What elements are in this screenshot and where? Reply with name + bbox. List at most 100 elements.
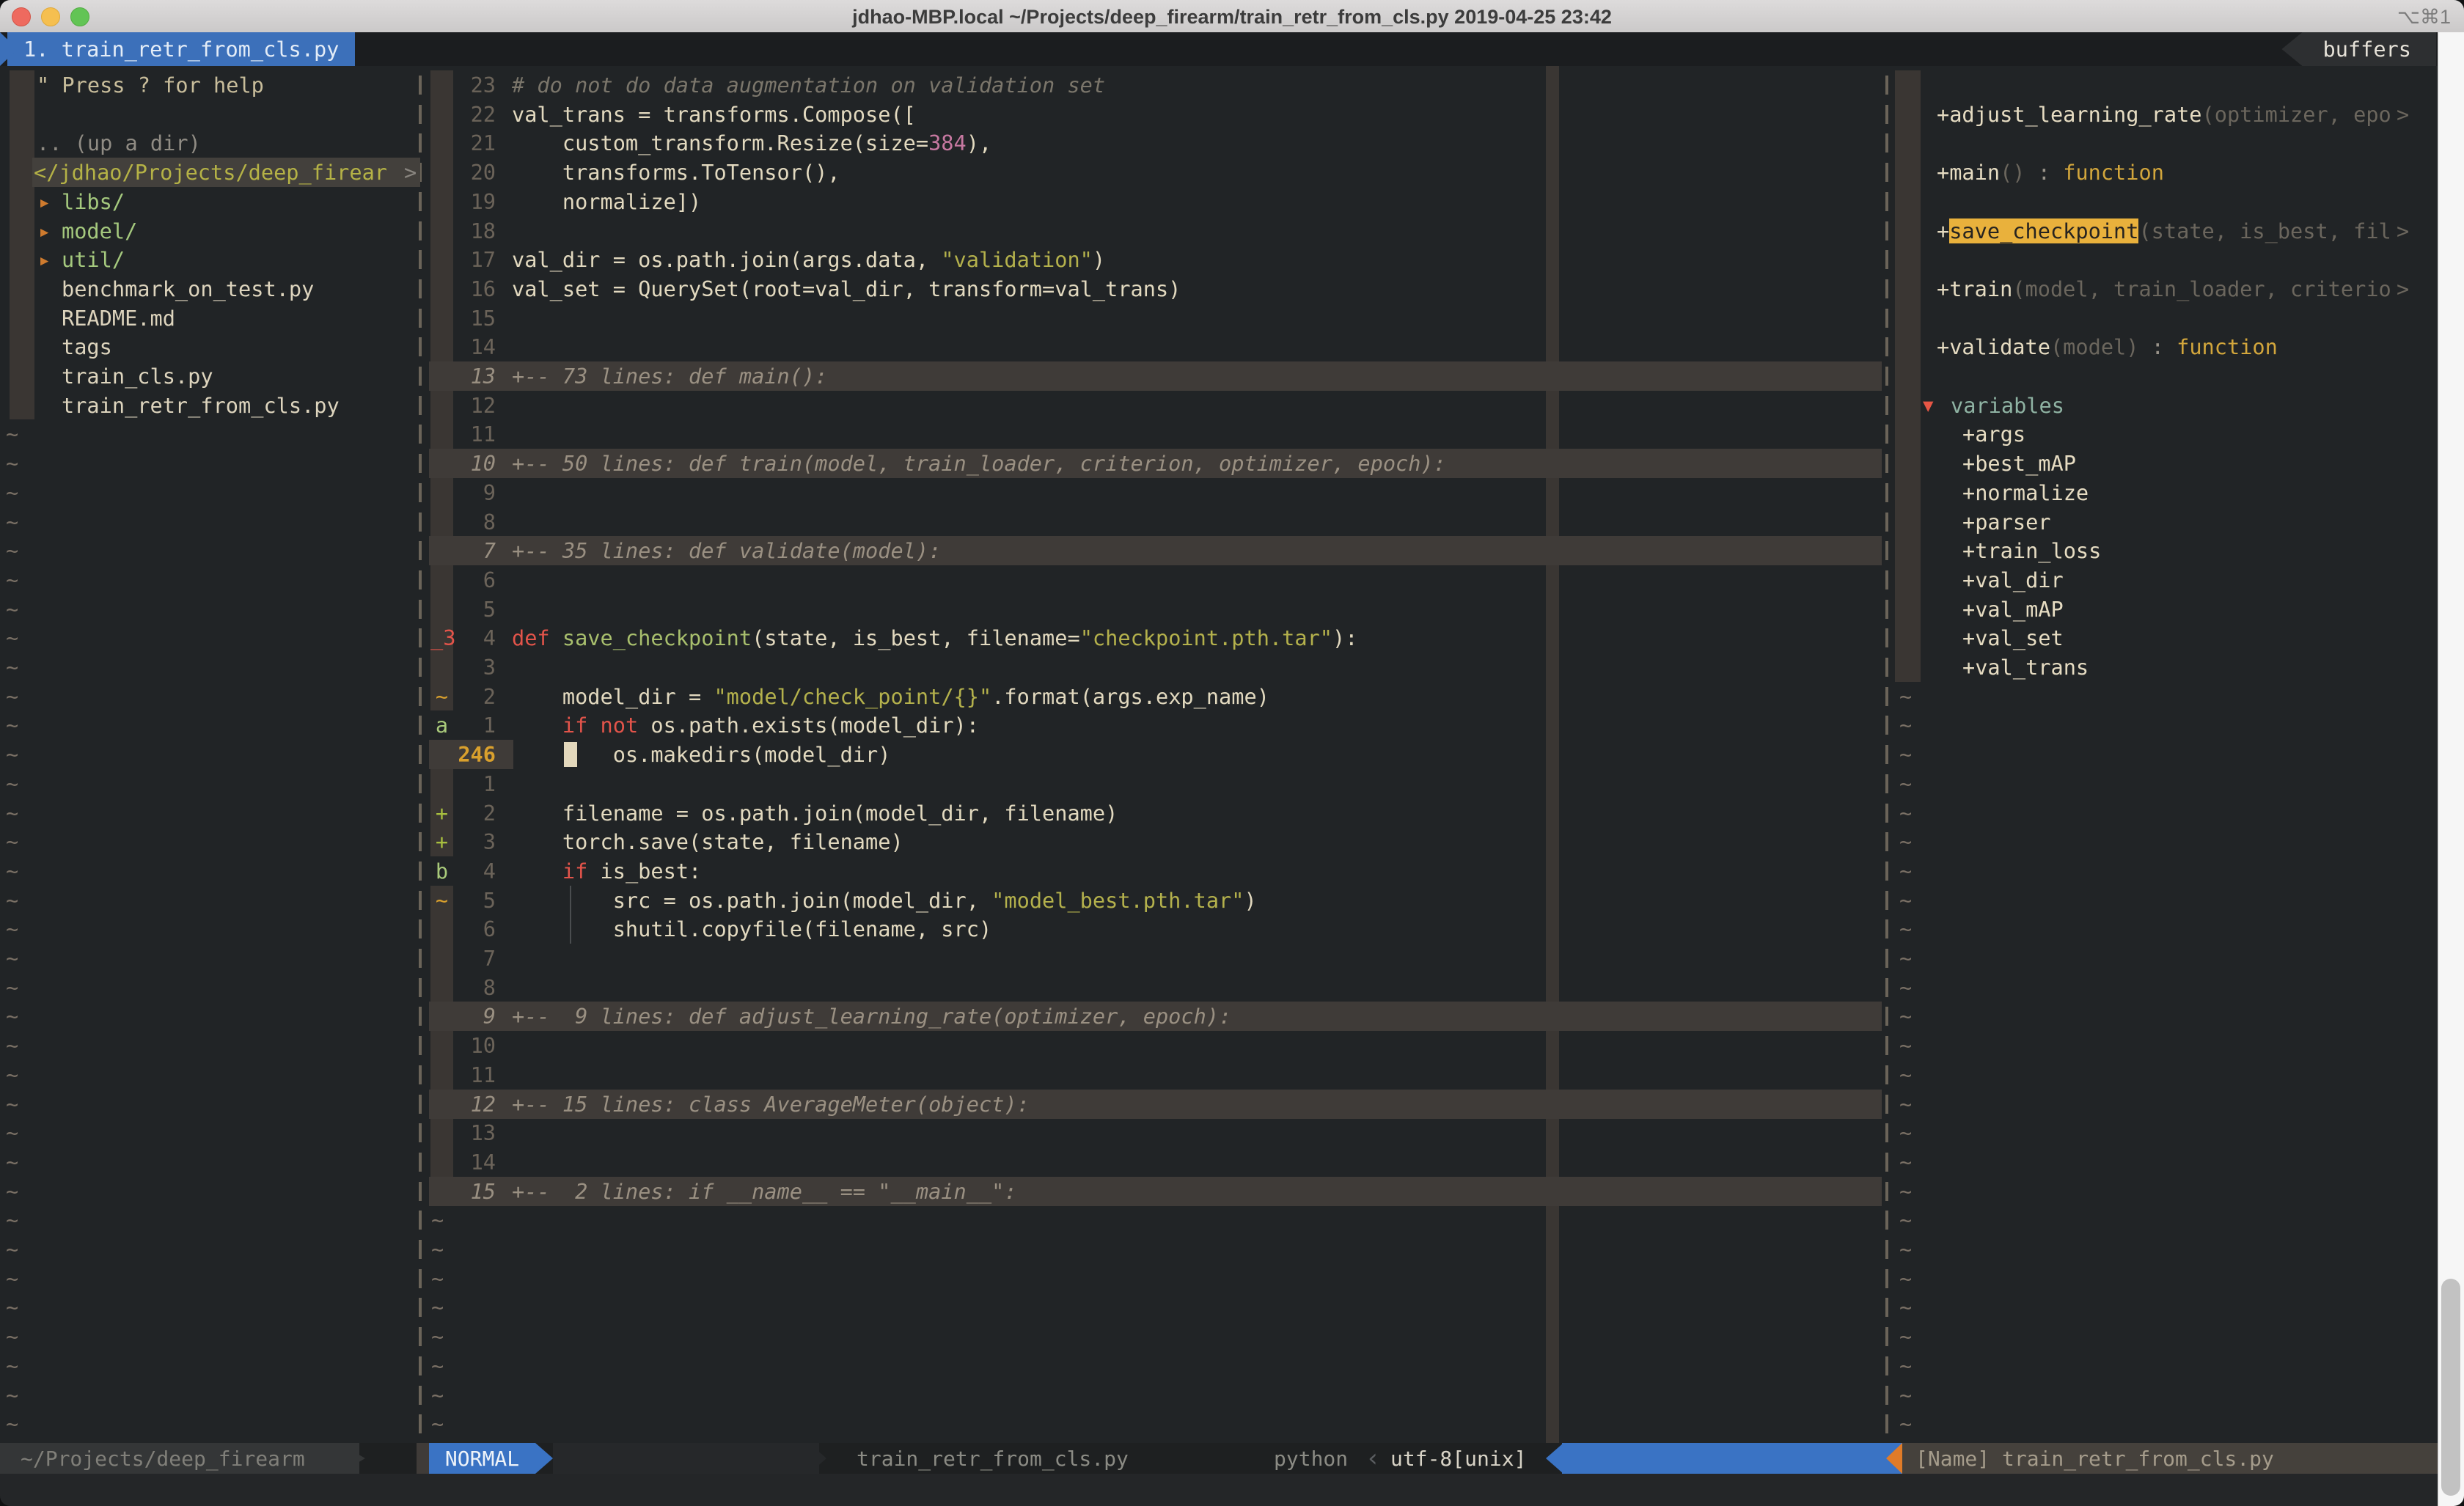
fold-open-triangle-icon[interactable]: ▼ — [1923, 391, 1933, 420]
window-separator-icon — [419, 1269, 422, 1288]
buffers-label: buffers — [2322, 37, 2411, 62]
nerdtree-item-tags[interactable]: tags — [0, 332, 420, 361]
tagbar-tag-save_checkpoint[interactable]: +save_checkpoint(state, is_best, fil> — [1891, 216, 2436, 246]
nerdtree-empty-line: ~ — [6, 449, 18, 478]
line-number: 7 — [429, 536, 496, 565]
nerdtree-item-libs/[interactable]: ▸libs/ — [0, 187, 420, 216]
tagbar-tag-adjust_learning_rate[interactable]: +adjust_learning_rate(optimizer, epo> — [1891, 100, 2436, 129]
editor-empty-line: ~ — [431, 1381, 444, 1410]
window-separator-icon — [1885, 1182, 1888, 1201]
nerdtree-empty-line: ~ — [6, 1235, 18, 1264]
tagbar-empty-line: ~ — [1899, 1090, 1912, 1119]
nerdtree-updir: .. (up a dir) — [37, 128, 201, 158]
code-text: torch.save(state, filename) — [512, 827, 903, 856]
statusline-mode: NORMAL — [429, 1443, 535, 1474]
line-number: 14 — [429, 1147, 496, 1177]
nerdtree-empty-line: ~ — [6, 1293, 18, 1322]
tagbar-tag-normalize[interactable]: +normalize — [1891, 478, 2436, 507]
code-text: transforms.ToTensor(), — [512, 158, 840, 187]
line-number: 7 — [429, 944, 496, 973]
nerdtree-empty-line: ~ — [6, 1351, 18, 1381]
line-number: 11 — [429, 419, 496, 449]
code-text: custom_transform.Resize(size=384), — [512, 128, 991, 158]
window-separator-icon — [419, 832, 422, 851]
line-number: 21 — [429, 128, 496, 158]
window-separator-icon — [1885, 832, 1888, 851]
nerdtree-item-updir[interactable]: .. (up a dir) — [0, 128, 420, 158]
nerdtree-empty-line: ~ — [6, 595, 18, 624]
statusline-position: 86% ≡ 246/284LN : 5 — [1562, 1443, 1902, 1474]
tagbar-tag-val_set[interactable]: +val_set — [1891, 623, 2436, 653]
nerdtree-empty-line: ~ — [6, 1264, 18, 1293]
nerdtree-item-train_cls.py[interactable]: train_cls.py — [0, 361, 420, 391]
nerdtree-item-README.md[interactable]: README.md — [0, 304, 420, 333]
window-separator-icon — [419, 1153, 422, 1172]
editor-empty-line: ~ — [431, 1293, 444, 1322]
nerdtree-empty-line: ~ — [6, 623, 18, 653]
line-number: 14 — [429, 332, 496, 361]
nerdtree-empty-line: ~ — [6, 769, 18, 798]
tab-active[interactable]: 1. train_retr_from_cls.py — [7, 32, 355, 66]
scrollbar-thumb[interactable] — [2441, 1279, 2460, 1496]
window-separator-icon — [419, 949, 422, 968]
line-number: 11 — [429, 1060, 496, 1090]
tagbar-variable: +normalize — [1962, 478, 2089, 507]
statusline-nerdtree-path: ~/Projects/deep_firearm — [0, 1443, 359, 1474]
window-separator-icon — [1885, 1007, 1888, 1026]
code-text: filename = os.path.join(model_dir, filen… — [512, 798, 1118, 828]
tagbar-tag-validate[interactable]: +validate(model) : function — [1891, 332, 2436, 361]
line-number: 6 — [429, 565, 496, 595]
nerdtree-item-model/[interactable]: ▸model/ — [0, 216, 420, 246]
window-separator-icon — [419, 862, 422, 881]
nerdtree-item-util/[interactable]: ▸util/ — [0, 245, 420, 274]
tagbar-variable: +best_mAP — [1962, 449, 2076, 478]
fold-text: +-- 9 lines: def adjust_learning_rate(op… — [512, 1002, 1231, 1031]
line-number: 10 — [429, 1031, 496, 1060]
tagbar-tag-parser[interactable]: +parser — [1891, 507, 2436, 537]
window-shortcut-hint: ⌥⌘1 — [2397, 0, 2451, 32]
nerdtree-empty-line: ~ — [6, 827, 18, 856]
window-separator-icon — [419, 1211, 422, 1230]
window-separator-icon — [1885, 337, 1888, 356]
code-text: os.makedirs(model_dir) — [512, 740, 890, 769]
window-separator-icon — [419, 658, 422, 677]
tagbar-empty-line: ~ — [1899, 886, 1912, 915]
scrollbar-track[interactable] — [2438, 32, 2464, 1506]
window-separator-icon — [419, 570, 422, 589]
line-number: 9 — [429, 478, 496, 507]
window-separator-icon — [419, 1007, 422, 1026]
tagbar-tag-train_loss[interactable]: +train_loss — [1891, 536, 2436, 565]
nerdtree-file-name: README.md — [62, 304, 175, 333]
gutter-sign-red: _3 — [430, 623, 453, 653]
tagbar-tag-val_mAP[interactable]: +val_mAP — [1891, 595, 2436, 624]
code-text: val_trans = transforms.Compose([ — [512, 100, 916, 129]
statusline-filename: train_retr_from_cls.py — [857, 1443, 1129, 1474]
tagbar-tag-args[interactable]: +args — [1891, 419, 2436, 449]
line-number: 12 — [429, 1090, 496, 1119]
line-number: 246 — [429, 740, 496, 769]
nerdtree-item-root[interactable]: </jdhao/Projects/deep_firear> — [0, 158, 420, 187]
window-separator-icon — [1885, 804, 1888, 823]
tagbar-tag-train[interactable]: +train(model, train_loader, criterio> — [1891, 274, 2436, 304]
window-separator-icon — [1885, 221, 1888, 240]
line-number: 1 — [429, 769, 496, 798]
tagbar-tag-name: main — [1949, 160, 2000, 185]
nerdtree-item-benchmark_on_test.py[interactable]: benchmark_on_test.py — [0, 274, 420, 304]
tagbar-kind-label: variables — [1951, 391, 2064, 420]
window-separator-icon — [419, 513, 422, 532]
tagbar-tag-best_mAP[interactable]: +best_mAP — [1891, 449, 2436, 478]
window-separator-icon — [1885, 483, 1888, 502]
tagbar-section-variables[interactable]: ▼ variables — [1891, 391, 2436, 420]
tagbar-tag-main[interactable]: +main() : function — [1891, 158, 2436, 187]
buffers-toggle[interactable]: buffers — [2281, 32, 2436, 66]
tagbar-tag-val_dir[interactable]: +val_dir — [1891, 565, 2436, 595]
tagbar-empty-line: ~ — [1899, 1322, 1912, 1351]
window-separator-icon — [419, 1356, 422, 1375]
separator-arrow-icon — [809, 1443, 826, 1474]
window-separator-icon — [1885, 309, 1888, 328]
tagbar-tag-highlighted: save_checkpoint — [1949, 218, 2138, 243]
line-number: 23 — [429, 70, 496, 100]
tagbar-empty-line: ~ — [1899, 1351, 1912, 1381]
nerdtree-item-train_retr_from_cls.py[interactable]: train_retr_from_cls.py — [0, 391, 420, 420]
tagbar-tag-val_trans[interactable]: +val_trans — [1891, 653, 2436, 682]
